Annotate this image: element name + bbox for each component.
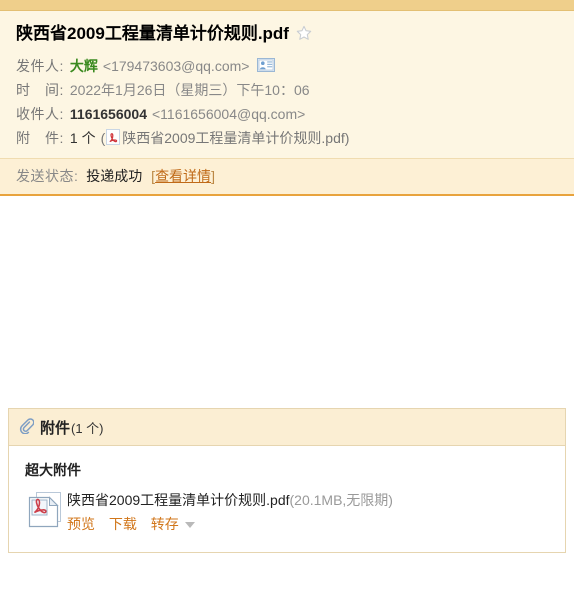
attachments-panel: 附件 (1 个) 超大附件 陕西省2009工程量清单计价规则.pdf(20.1M… (8, 408, 566, 553)
chevron-down-icon[interactable] (184, 522, 195, 528)
attachment-filename[interactable]: 陕西省2009工程量清单计价规则.pdf (67, 492, 290, 508)
attachment-actions: 预览 下载 转存 (67, 514, 393, 534)
star-icon[interactable] (296, 25, 312, 43)
send-status-label: 发送状态: (16, 168, 79, 184)
view-details-link[interactable]: 查看详情 (155, 168, 211, 184)
sender-name[interactable]: 大辉 (70, 54, 98, 78)
attachments-panel-count: (1 个) (71, 420, 104, 436)
attachment-filename-row: 陕西省2009工程量清单计价规则.pdf(20.1MB,无限期) (67, 489, 393, 511)
top-accent-bar (0, 0, 574, 11)
date-label: 时 间: (16, 82, 64, 98)
recipient-row: 收件人: 1161656004 <1161656004@qq.com> (0, 102, 574, 126)
send-status-value: 投递成功 (86, 168, 143, 184)
contact-card-icon[interactable] (257, 58, 276, 74)
attachment-group-title: 超大附件 (25, 462, 81, 478)
attachment-summary-row: 附 件: 1 个 ( 陕西省2009工程量清单计价规则.pdf ) (0, 126, 574, 150)
attachments-panel-body: 超大附件 陕西省2009工程量清单计价规则.pdf(20.1MB,无限期) 预览 (9, 446, 565, 552)
sender-address[interactable]: <179473603@qq.com> (103, 54, 250, 78)
attachment-size-expiry: (20.1MB,无限期) (289, 492, 393, 508)
attachment-inline-filename[interactable]: 陕西省2009工程量清单计价规则.pdf (122, 126, 345, 150)
recipient-label: 收件人: (16, 106, 64, 122)
subject-row: 陕西省2009工程量清单计价规则.pdf (0, 23, 574, 45)
attachment-info: 陕西省2009工程量清单计价规则.pdf(20.1MB,无限期) 预览 下载 转… (67, 488, 393, 534)
attachment-label: 附 件: (16, 130, 64, 146)
recipient-name[interactable]: 1161656004 (70, 102, 147, 126)
attachments-panel-title: 附件 (40, 419, 71, 437)
mail-body-content (0, 196, 574, 408)
sender-row: 发件人: 大辉 <179473603@qq.com> (0, 54, 574, 78)
page-title: 陕西省2009工程量清单计价规则.pdf (16, 24, 289, 43)
attachment-count: 1 个 (69, 130, 96, 146)
list-item: 陕西省2009工程量清单计价规则.pdf(20.1MB,无限期) 预览 下载 转… (19, 488, 555, 534)
date-row: 时 间: 2022年1月26日（星期三）下午10：06 (0, 78, 574, 102)
download-link[interactable]: 下载 (109, 516, 137, 532)
date-value: 2022年1月26日（星期三）下午10：06 (69, 82, 310, 98)
attachment-thumbnail (23, 488, 67, 530)
attachments-panel-header: 附件 (1 个) (9, 409, 565, 446)
attachment-close-paren: ) (344, 130, 350, 146)
recipient-address[interactable]: <1161656004@qq.com> (152, 102, 305, 126)
preview-link[interactable]: 预览 (67, 516, 95, 532)
send-status-bar: 发送状态: 投递成功 [查看详情] (0, 158, 574, 196)
sender-label: 发件人: (16, 58, 64, 74)
pdf-file-icon (106, 129, 121, 147)
mail-header-block: 陕西省2009工程量清单计价规则.pdf 发件人: 大辉 <179473603@… (0, 11, 574, 158)
paperclip-icon (19, 418, 35, 436)
status-right-bracket: ] (211, 168, 215, 184)
save-to-cloud-link[interactable]: 转存 (151, 516, 179, 532)
attachment-open-paren: ( (100, 130, 106, 146)
